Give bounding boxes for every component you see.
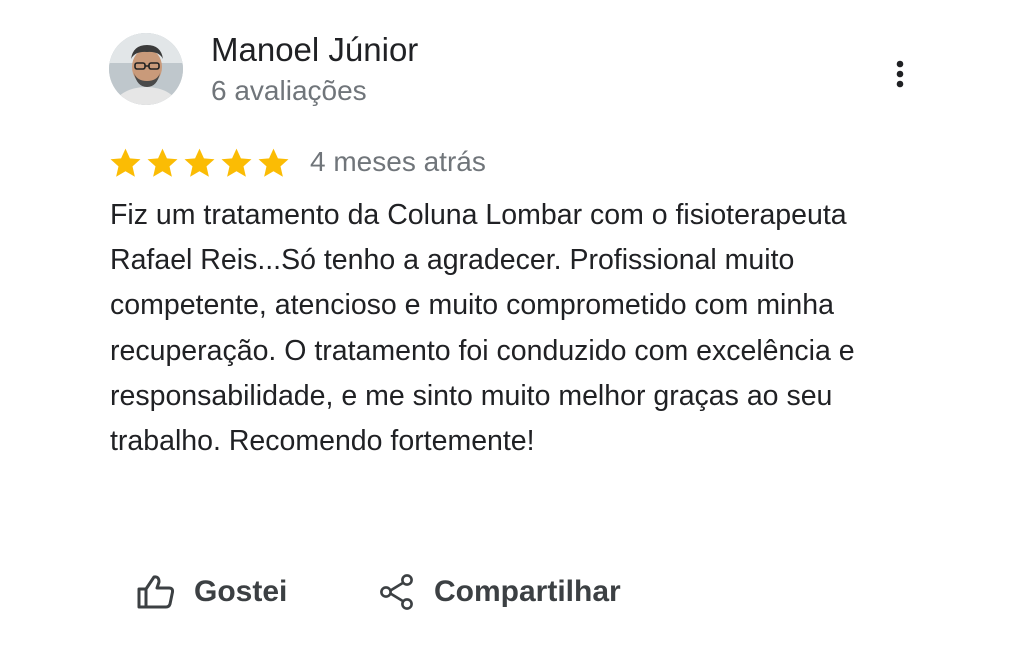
star-rating [109,147,290,178]
star-icon [221,148,252,177]
star-icon [184,148,215,177]
star-icon [258,148,289,177]
author-review-count[interactable]: 6 avaliações [211,73,367,109]
like-label: Gostei [194,575,288,608]
review-actions: Gostei Compartilhar [0,566,1024,618]
thumb-up-icon [136,574,176,610]
more-options-button[interactable] [880,52,920,96]
review-card: Manoel Júnior 6 avaliações 4 meses atrás… [0,0,1024,652]
star-icon [110,148,141,177]
star-icon [147,148,178,177]
avatar[interactable] [109,33,183,105]
share-label: Compartilhar [434,575,621,608]
share-icon [378,573,416,611]
share-button[interactable]: Compartilhar [378,566,621,618]
review-date: 4 meses atrás [310,146,486,177]
avatar-photo [109,33,183,105]
author-name[interactable]: Manoel Júnior [211,30,418,70]
review-text: Fiz um tratamento da Coluna Lombar com o… [110,199,855,458]
more-vert-icon [896,60,904,88]
like-button[interactable]: Gostei [136,566,287,618]
rating-row: 4 meses atrás [109,142,486,182]
